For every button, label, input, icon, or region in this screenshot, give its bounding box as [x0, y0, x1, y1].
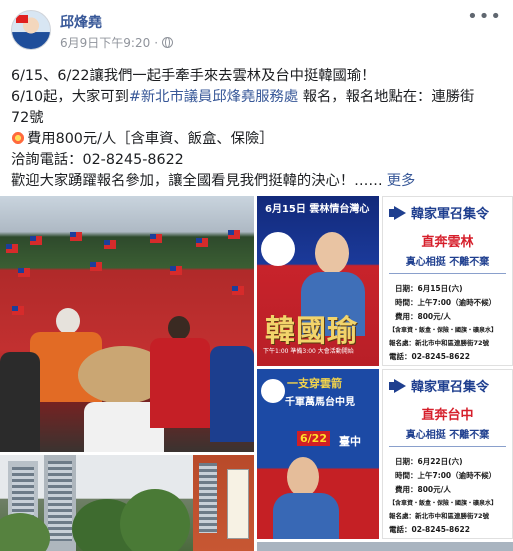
meta-separator: · — [154, 35, 159, 50]
card-date: 日期：6月15日(六) — [395, 284, 463, 293]
poster-headline: 一支穿雲箭 — [287, 377, 342, 390]
card-title: 韓家軍召集令 — [411, 207, 490, 222]
card-phone: 電話：02-8245-8622 — [389, 352, 470, 361]
portrait-body — [273, 493, 339, 539]
shop-sign — [227, 469, 249, 539]
rally-crowd-photo[interactable] — [0, 196, 254, 452]
person-shirt — [150, 338, 210, 428]
collision-emoji-icon — [11, 131, 25, 145]
rally-poster-taichung[interactable]: 一支穿雲箭 千軍萬馬台中見 6/22 臺中 — [257, 369, 379, 539]
tree — [120, 489, 190, 551]
author-name[interactable]: 邱烽堯 — [60, 12, 102, 32]
flag-icon — [232, 286, 244, 295]
post-line: 歡迎大家踴躍報名參加，讓全國看見我們挺韓的決心！…… 更多 — [11, 171, 503, 192]
card-fee: 費用：800元/人 — [395, 312, 451, 321]
flag-icon — [12, 306, 24, 315]
post-body: 6/15、6/22讓我們一起手牽手來去雲林及台中挺韓國瑜！ 6/10起，大家可到… — [11, 66, 503, 192]
flag-icon — [6, 244, 18, 253]
person-head — [168, 316, 190, 340]
flag-icon — [228, 230, 240, 239]
person-shirt — [210, 346, 254, 442]
portrait-face — [315, 232, 349, 274]
flag-icon — [150, 234, 162, 243]
card-time: 時間：上午7:00（逾時不候） — [395, 471, 497, 480]
building-windows — [48, 461, 72, 541]
card-destination: 直奔雲林 — [421, 235, 474, 250]
globe-icon[interactable] — [162, 37, 174, 48]
poster-date: 6/22 — [297, 431, 330, 446]
street-building-photo[interactable] — [193, 455, 254, 551]
more-options-icon[interactable]: ••• — [467, 8, 502, 26]
post-header: 邱烽堯 6月9日下午9:20 · ••• — [0, 0, 513, 58]
post-line: 洽詢電話：02-8245-8622 — [11, 152, 184, 168]
card-title: 韓家軍召集令 — [411, 380, 490, 395]
flag-icon — [30, 236, 42, 245]
card-time: 時間：上午7:00（逾時不候） — [395, 298, 497, 307]
card-place: 報名處：新北市中和區連勝街72號 — [389, 339, 490, 347]
post-line-text: 報名，報名地點在：連勝街 — [302, 89, 475, 105]
card-date: 日期：6月22日(六) — [395, 457, 463, 466]
flag-badge-icon — [16, 15, 28, 23]
poster-footer: 下午1:00 準備3:00 大會活動開始 — [263, 348, 354, 355]
card-destination: 直奔台中 — [421, 408, 474, 423]
card-slogan: 真心相挺 不離不棄 — [405, 257, 490, 268]
post-line-text: 6/10起，大家可到 — [11, 89, 129, 105]
portrait-face — [287, 457, 319, 497]
poster-title: 6月15日 雲林情台灣心 — [265, 204, 370, 215]
tree — [0, 513, 50, 551]
poster-city: 臺中 — [339, 435, 361, 448]
post-timestamp[interactable]: 6月9日下午9:20 — [60, 34, 150, 51]
flag-icon — [196, 238, 208, 247]
post-line: 費用800元/人［含車資、飯盒、保險］ — [11, 129, 503, 150]
person-head — [56, 308, 80, 334]
see-more-link[interactable]: 更多 — [387, 173, 416, 189]
photo-grid: 6月15日 雲林情台灣心 韓國瑜 下午1:00 準備3:00 大會活動開始 韓家… — [0, 196, 513, 551]
poster-subhead: 千軍萬馬台中見 — [285, 397, 355, 408]
flag-icon — [90, 262, 102, 271]
card-header: 韓家軍召集令 — [389, 376, 489, 395]
recruit-card-yunlin[interactable]: 韓家軍召集令 直奔雲林 真心相挺 不離不棄 日期：6月15日(六) 時間：上午7… — [382, 196, 513, 366]
recruit-card-taichung[interactable]: 韓家軍召集令 直奔台中 真心相挺 不離不棄 日期：6月22日(六) 時間：上午7… — [382, 369, 513, 539]
post-line: 6/15、6/22讓我們一起手牽手來去雲林及台中挺韓國瑜！ — [11, 68, 376, 84]
flag-icon — [70, 232, 82, 241]
divider — [389, 446, 506, 447]
post-line: 6/10起，大家可到#新北市議員邱烽堯服務處 報名，報名地點在：連勝街 — [11, 87, 503, 108]
flag-icon — [170, 266, 182, 275]
megaphone-icon — [389, 205, 407, 220]
white-sun-icon — [261, 379, 285, 403]
card-slogan: 真心相挺 不離不棄 — [405, 430, 490, 441]
person-shirt — [0, 352, 40, 452]
divider — [389, 273, 506, 274]
megaphone-icon — [389, 378, 407, 393]
poster-name: 韓國瑜 — [265, 314, 358, 349]
flag-icon — [104, 240, 116, 249]
card-includes: 【含車資・飯盒・保險・國旗・礦泉水】 — [389, 327, 498, 334]
card-phone: 電話：02-8245-8622 — [389, 525, 470, 534]
card-fee: 費用：800元/人 — [395, 485, 451, 494]
post-line-text: 費用800元/人［含車資、飯盒、保險］ — [27, 131, 274, 147]
post-line: 72號 — [11, 110, 44, 126]
post-meta: 6月9日下午9:20 · — [60, 34, 174, 51]
post-line-text: 歡迎大家踴躍報名參加，讓全國看見我們挺韓的決心！…… — [11, 173, 383, 189]
avatar[interactable] — [11, 10, 51, 50]
card-header: 韓家軍召集令 — [389, 203, 489, 222]
flag-icon — [18, 268, 30, 277]
card-includes: 【含車資・飯盒・保險・國旗・礦泉水】 — [389, 500, 498, 507]
white-sun-icon — [261, 232, 295, 266]
card-place: 報名處：新北市中和區連勝街72號 — [389, 512, 490, 520]
photo-strip[interactable] — [257, 542, 513, 551]
rally-poster-yunlin[interactable]: 6月15日 雲林情台灣心 韓國瑜 下午1:00 準備3:00 大會活動開始 — [257, 196, 379, 366]
building-windows — [199, 463, 217, 533]
hashtag-link[interactable]: #新北市議員邱烽堯服務處 — [129, 89, 298, 105]
